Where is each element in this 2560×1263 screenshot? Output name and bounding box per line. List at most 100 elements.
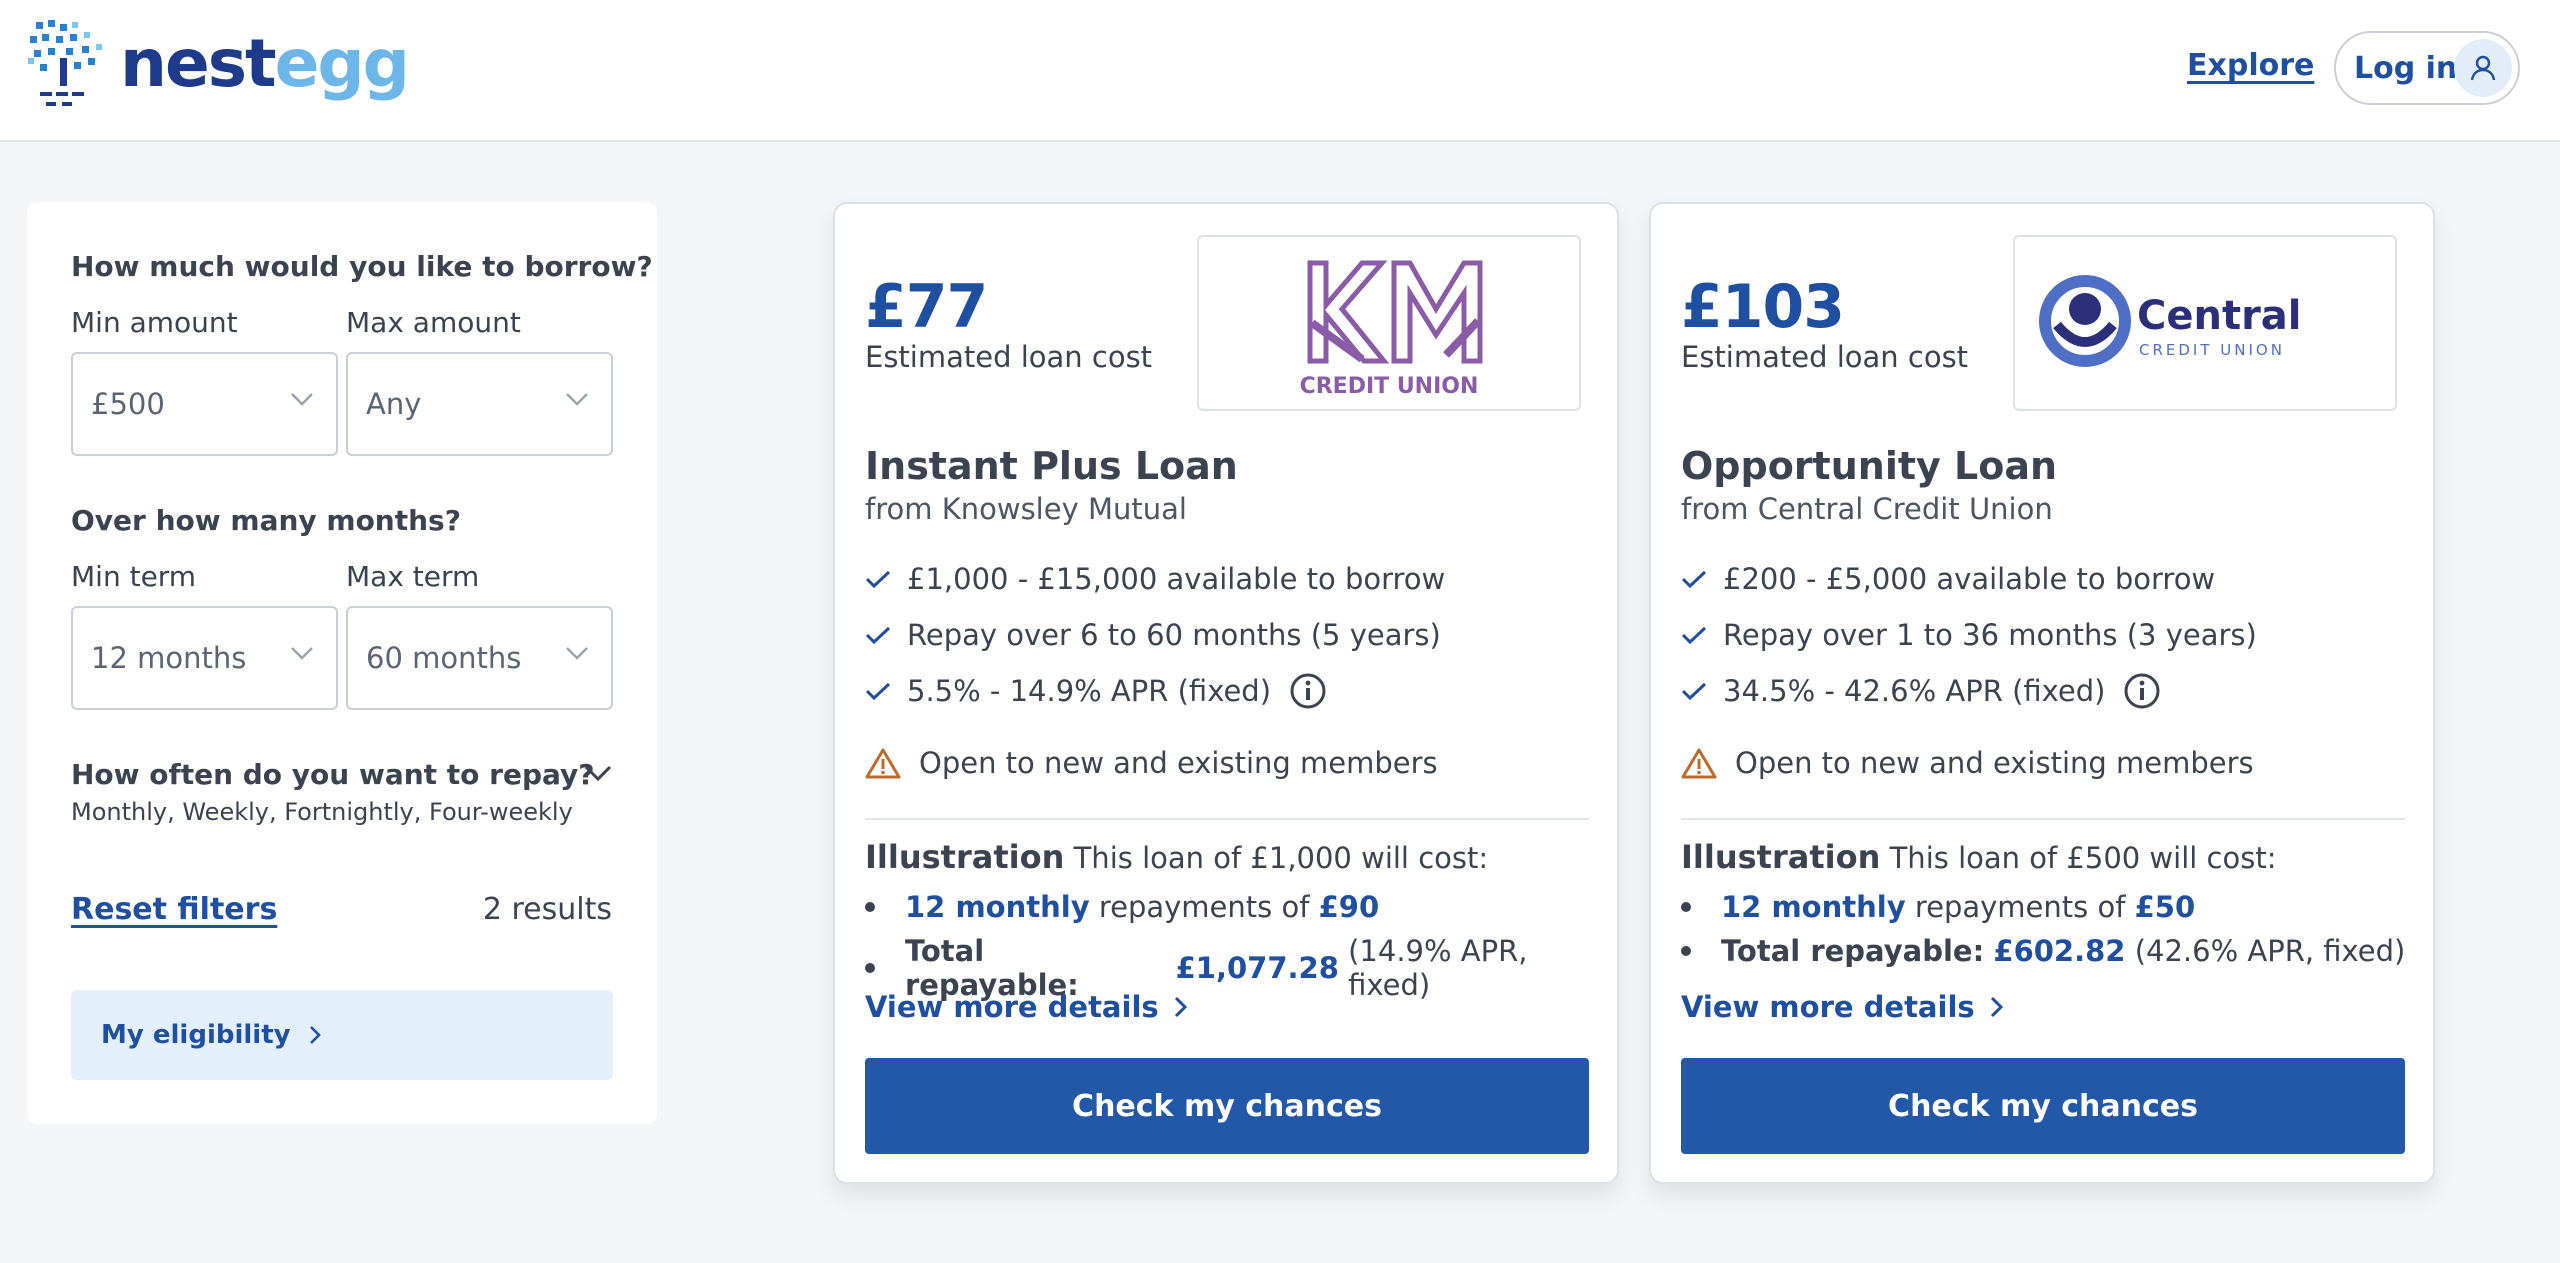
check-icon: [865, 570, 891, 589]
loan-name: Opportunity Loan: [1681, 444, 2058, 488]
min-term-value: 12 months: [91, 641, 247, 675]
bullet-dot: [1681, 902, 1691, 912]
brand-part-nest: nest: [120, 25, 277, 102]
logo-caption: CREDIT UNION: [1300, 374, 1479, 399]
repayment-frequency: 12 monthly: [905, 890, 1090, 924]
feature-item: 5.5% - 14.9% APR (fixed): [865, 672, 1327, 710]
membership-warning: Open to new and existing members: [865, 746, 1438, 780]
check-my-chances-button[interactable]: Check my chances: [865, 1058, 1589, 1154]
estimated-cost-label: Estimated loan cost: [865, 340, 1153, 374]
feature-item: Repay over 1 to 36 months (3 years): [1681, 618, 2257, 652]
total-note: (14.9% APR, fixed): [1348, 934, 1528, 1002]
lender-logo: CREDIT UNION: [1197, 235, 1581, 411]
repayment-text: repayments of: [1914, 890, 2126, 924]
tree-logo-icon: [28, 20, 102, 106]
estimated-cost-label: Estimated loan cost: [1681, 340, 1969, 374]
total-note: (42.6% APR, fixed): [2134, 934, 2406, 968]
bullet-dot: [865, 963, 875, 973]
feature-item: £200 - £5,000 available to borrow: [1681, 562, 2215, 596]
brand-part-egg: egg: [274, 25, 410, 102]
feature-item: Repay over 6 to 60 months (5 years): [865, 618, 1441, 652]
feature-text: 5.5% - 14.9% APR (fixed): [907, 674, 1272, 708]
brand-name: nestegg: [120, 31, 410, 97]
max-term-select[interactable]: 60 months: [346, 606, 613, 710]
lender-logo: Central CREDIT UNION: [2013, 235, 2397, 411]
explore-link[interactable]: Explore: [2187, 48, 2314, 83]
nestegg-logo[interactable]: nestegg: [26, 18, 410, 110]
reset-filters-link[interactable]: Reset filters: [71, 892, 277, 927]
filters-panel: How much would you like to borrow? Min a…: [27, 202, 657, 1124]
estimated-cost: £77: [865, 272, 988, 342]
repayment-amount: £50: [2134, 890, 2196, 924]
check-icon: [1681, 682, 1707, 701]
feature-text: £1,000 - £15,000 available to borrow: [907, 562, 1446, 596]
check-my-chances-button[interactable]: Check my chances: [1681, 1058, 2405, 1154]
loan-provider: from Knowsley Mutual: [865, 492, 1187, 526]
divider: [1681, 818, 2405, 820]
check-icon: [1681, 570, 1707, 589]
max-amount-label: Max amount: [346, 306, 521, 339]
warning-text: Open to new and existing members: [1735, 746, 2254, 780]
feature-text: Repay over 1 to 36 months (3 years): [1723, 618, 2257, 652]
divider: [865, 818, 1589, 820]
chevron-right-icon: [1990, 996, 2003, 1018]
illustration-title: Illustration: [1681, 838, 1881, 876]
illustration-text: This loan of £1,000 will cost:: [1073, 841, 1489, 875]
loan-card: £103 Estimated loan cost Central CREDIT …: [1649, 202, 2435, 1184]
logo-wordmark: Central: [2137, 293, 2302, 339]
chevron-right-icon: [1174, 996, 1187, 1018]
feature-text: 34.5% - 42.6% APR (fixed): [1723, 674, 2106, 708]
view-more-details-link[interactable]: View more details: [865, 990, 1187, 1024]
min-term-select[interactable]: 12 months: [71, 606, 338, 710]
info-icon[interactable]: [2123, 672, 2161, 710]
illustration-title: Illustration: [865, 838, 1065, 876]
view-more-details-link[interactable]: View more details: [1681, 990, 2003, 1024]
chevron-down-icon: [291, 393, 313, 406]
repayment-frequency: 12 monthly: [1721, 890, 1906, 924]
user-icon: [2454, 39, 2512, 97]
feature-text: Repay over 6 to 60 months (5 years): [907, 618, 1441, 652]
chevron-right-icon: [309, 1026, 321, 1044]
illustration-heading: Illustration This loan of £500 will cost…: [1681, 838, 2276, 876]
bullet-dot: [1681, 946, 1691, 956]
loan-provider: from Central Credit Union: [1681, 492, 2053, 526]
results-count: 2 results: [482, 892, 612, 927]
info-icon[interactable]: [1289, 672, 1327, 710]
loan-name: Instant Plus Loan: [865, 444, 1238, 488]
my-eligibility-label: My eligibility: [101, 1020, 291, 1050]
feature-item: £1,000 - £15,000 available to borrow: [865, 562, 1445, 596]
view-more-label: View more details: [865, 990, 1159, 1024]
my-eligibility-button[interactable]: My eligibility: [71, 990, 613, 1080]
max-term-value: 60 months: [366, 641, 522, 675]
login-button[interactable]: Log in: [2334, 31, 2520, 105]
min-amount-select[interactable]: £500: [71, 352, 338, 456]
logo-caption: CREDIT UNION: [2139, 341, 2285, 359]
site-header: nestegg Explore Log in: [0, 0, 2560, 142]
check-icon: [865, 682, 891, 701]
warning-text: Open to new and existing members: [919, 746, 1438, 780]
repayment-amount: £90: [1318, 890, 1380, 924]
total-label: Total repayable:: [1721, 934, 1985, 968]
min-amount-value: £500: [91, 387, 165, 421]
repay-frequency-toggle[interactable]: How often do you want to repay?: [71, 758, 595, 791]
repay-options-summary: Monthly, Weekly, Fortnightly, Four-weekl…: [71, 798, 573, 826]
feature-text: £200 - £5,000 available to borrow: [1723, 562, 2216, 596]
check-icon: [1681, 626, 1707, 645]
feature-item: 34.5% - 42.6% APR (fixed): [1681, 672, 2161, 710]
max-amount-select[interactable]: Any: [346, 352, 613, 456]
km-credit-union-logo: CREDIT UNION: [1300, 260, 1483, 399]
chevron-down-icon: [291, 647, 313, 660]
min-term-label: Min term: [71, 560, 197, 593]
repayment-bullet: 12 monthly repayments of £90: [865, 890, 1379, 924]
repayment-bullet: 12 monthly repayments of £50: [1681, 890, 2195, 924]
chevron-down-icon[interactable]: [583, 764, 613, 782]
estimated-cost: £103: [1681, 272, 1845, 342]
warning-icon: [865, 748, 901, 779]
chevron-down-icon: [566, 393, 588, 406]
max-term-label: Max term: [346, 560, 480, 593]
login-label: Log in: [2354, 50, 2458, 86]
loan-card: £77 Estimated loan cost CREDIT UNION Ins…: [833, 202, 1619, 1184]
view-more-label: View more details: [1681, 990, 1975, 1024]
check-icon: [865, 626, 891, 645]
repayment-text: repayments of: [1098, 890, 1310, 924]
